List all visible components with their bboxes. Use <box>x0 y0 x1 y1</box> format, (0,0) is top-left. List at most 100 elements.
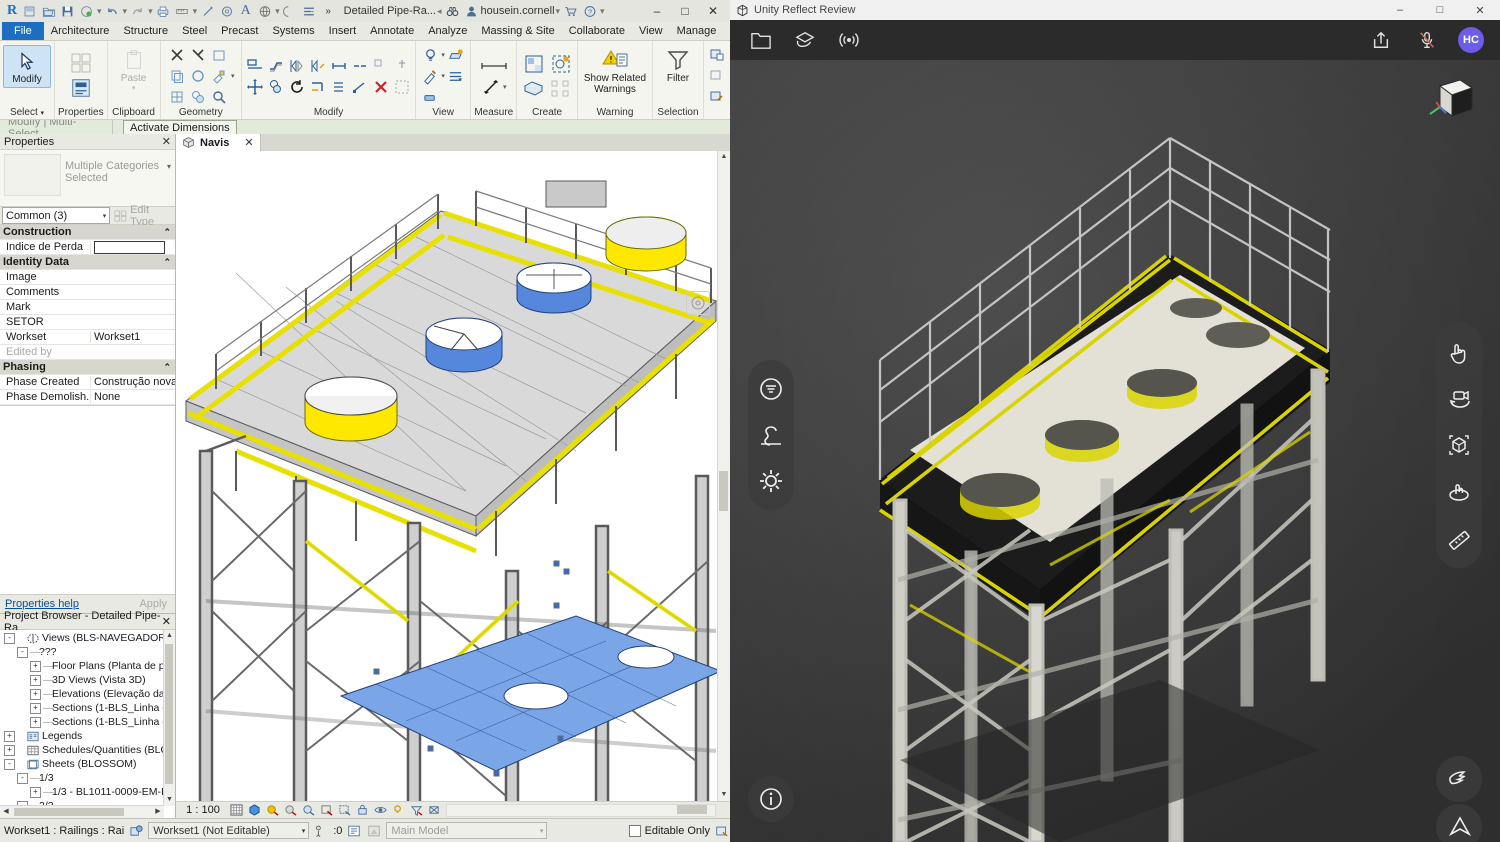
select-pinned-icon[interactable] <box>707 66 727 86</box>
microphone-muted-icon[interactable] <box>1412 25 1442 55</box>
unpin-icon[interactable] <box>371 56 391 76</box>
cope-icon[interactable] <box>188 87 208 107</box>
temporary-view-properties-icon[interactable] <box>409 803 424 817</box>
tree-node[interactable]: - Sheets (BLOSSOM) <box>0 757 175 771</box>
split-element-icon[interactable] <box>350 56 370 76</box>
property-row[interactable]: Indice de Perda <box>0 240 175 255</box>
properties-close-icon[interactable]: ✕ <box>162 135 171 148</box>
group-collapse-icon[interactable]: ⌃ <box>87 362 175 373</box>
tree-node[interactable]: + — Elevations (Elevação da c <box>0 687 175 701</box>
reveal-hidden-elements-icon[interactable] <box>391 803 406 817</box>
navigation-arrow-button[interactable] <box>1436 804 1482 842</box>
unity-3d-viewport[interactable] <box>730 60 1500 842</box>
collapse-toggle-icon[interactable]: - <box>17 646 28 658</box>
expand-toggle-icon[interactable]: + <box>30 702 41 714</box>
inspect-icon[interactable] <box>209 87 229 107</box>
wing-fly-button[interactable] <box>1436 756 1482 802</box>
share-icon[interactable] <box>1366 25 1396 55</box>
tree-node[interactable]: - —??? <box>0 645 175 659</box>
viewport-scroll-up-icon[interactable]: ▲ <box>718 151 730 163</box>
view-caret1-icon[interactable]: ▾ <box>441 51 445 59</box>
print-icon[interactable] <box>155 3 172 20</box>
tree-vscroll-thumb[interactable] <box>165 644 173 784</box>
scale-icon[interactable] <box>350 77 370 97</box>
user-account-icon[interactable] <box>463 3 480 20</box>
measure-caret-icon[interactable]: ▾ <box>503 83 507 91</box>
walk-icon[interactable] <box>1436 468 1482 514</box>
project-browser-tree[interactable]: - Views (BLS-NAVEGADOR) - —??? + — Floor Plans… <box>0 630 175 818</box>
design-options-icon[interactable] <box>346 823 362 839</box>
ribbon-tab-annotate[interactable]: Annotate <box>363 23 421 40</box>
properties-type-icon[interactable] <box>68 51 94 77</box>
workset-select[interactable]: Workset1 (Not Editable) ▾ <box>148 822 310 839</box>
undo-caret-icon[interactable]: ▾ <box>123 6 128 17</box>
edit-type-button[interactable]: Edit Type <box>112 204 175 228</box>
tag-icon[interactable] <box>218 3 235 20</box>
view-cube-icon[interactable] <box>1426 72 1478 124</box>
tree-vertical-scrollbar[interactable]: ▲ ▼ <box>163 630 175 806</box>
tree-horizontal-scrollbar[interactable]: ◀ ▶ <box>0 805 164 818</box>
select-links-icon[interactable] <box>707 45 727 65</box>
measure-caret-icon[interactable]: ▾ <box>193 6 198 17</box>
expand-toggle-icon[interactable]: + <box>30 660 41 672</box>
paint-icon[interactable] <box>209 66 229 86</box>
editing-requests-icon[interactable] <box>313 823 329 839</box>
property-value[interactable]: Workset1 <box>90 331 175 343</box>
project-browser-close-icon[interactable]: ✕ <box>162 615 171 628</box>
hide-element-icon[interactable] <box>420 87 440 107</box>
user-name-label[interactable]: housein.cornell <box>481 5 555 17</box>
group-icon[interactable] <box>392 77 412 97</box>
save-as-cloud-icon[interactable] <box>78 3 95 20</box>
visual-style-icon[interactable] <box>247 803 262 817</box>
viewport-vertical-scrollbar[interactable]: ▲ ▼ <box>717 151 730 801</box>
viewport-scroll-down-icon[interactable]: ▼ <box>718 789 730 801</box>
unity-maximize-button[interactable]: □ <box>1420 0 1460 20</box>
create-similar-icon[interactable] <box>521 52 547 76</box>
ribbon-tab-view[interactable]: View <box>632 23 670 40</box>
aligned-dimension-icon[interactable] <box>199 3 216 20</box>
search-binoculars-icon[interactable] <box>444 3 461 20</box>
linework-icon[interactable] <box>420 66 440 86</box>
dropdown-caret-icon[interactable]: ▾ <box>97 6 102 17</box>
scroll-up-icon[interactable]: ▲ <box>164 630 175 642</box>
properties-category-select[interactable]: Common (3) ▾ <box>2 207 111 224</box>
view-scale-label[interactable]: 1 : 100 <box>180 804 226 816</box>
override-graphics-icon[interactable] <box>446 66 466 86</box>
trim-extend-icon[interactable] <box>308 77 328 97</box>
measure-icon[interactable] <box>174 3 191 20</box>
ribbon-tab-precast[interactable]: Precast <box>214 23 265 40</box>
show-crop-icon[interactable] <box>337 803 352 817</box>
tree-hscroll-thumb[interactable] <box>14 808 124 816</box>
new-project-icon[interactable] <box>21 3 38 20</box>
model-viewport[interactable]: ▲ ▼ <box>176 151 730 801</box>
save-icon[interactable] <box>59 3 76 20</box>
expand-toggle-icon[interactable]: + <box>30 716 41 728</box>
property-row[interactable]: Workset Workset1 <box>0 330 175 345</box>
properties-group-header[interactable]: Construction ⌃ <box>0 225 175 240</box>
temporary-hide-isolate-icon[interactable] <box>373 803 388 817</box>
ribbon-tab-file[interactable]: File <box>2 22 44 40</box>
collapse-toggle-icon[interactable]: - <box>17 772 28 784</box>
move-icon[interactable] <box>245 77 265 97</box>
filter-button[interactable]: Filter <box>656 45 700 86</box>
reveal-hidden-bulb-icon[interactable] <box>420 45 440 65</box>
tree-node[interactable]: + —3D Views (Vista 3D) <box>0 673 175 687</box>
ribbon-tab-analyze[interactable]: Analyze <box>421 23 474 40</box>
shadows-icon[interactable] <box>283 803 298 817</box>
pin-icon[interactable] <box>392 56 412 76</box>
measure-along-element-icon[interactable] <box>481 77 501 97</box>
ribbon-tab-systems[interactable]: Systems <box>265 23 321 40</box>
unity-close-button[interactable]: ✕ <box>1460 0 1500 20</box>
view-caret2-icon[interactable]: ▾ <box>441 72 445 80</box>
cart-icon[interactable] <box>562 3 579 20</box>
render-in-cloud-icon[interactable] <box>446 45 466 65</box>
scene-settings-icon[interactable] <box>748 412 794 458</box>
join-geometry-icon[interactable] <box>188 45 208 65</box>
viewport-hscroll-thumb[interactable] <box>677 805 707 814</box>
view3d-caret-icon[interactable]: ▾ <box>275 6 280 17</box>
select-by-face-icon[interactable] <box>707 87 727 107</box>
expand-toggle-icon[interactable]: + <box>30 688 41 700</box>
tree-node[interactable]: + —1/3 - BL1011-0009-EM-I <box>0 785 175 799</box>
modify-button[interactable]: Modify <box>3 45 51 88</box>
ribbon-overflow-icon[interactable]: » <box>723 23 730 40</box>
